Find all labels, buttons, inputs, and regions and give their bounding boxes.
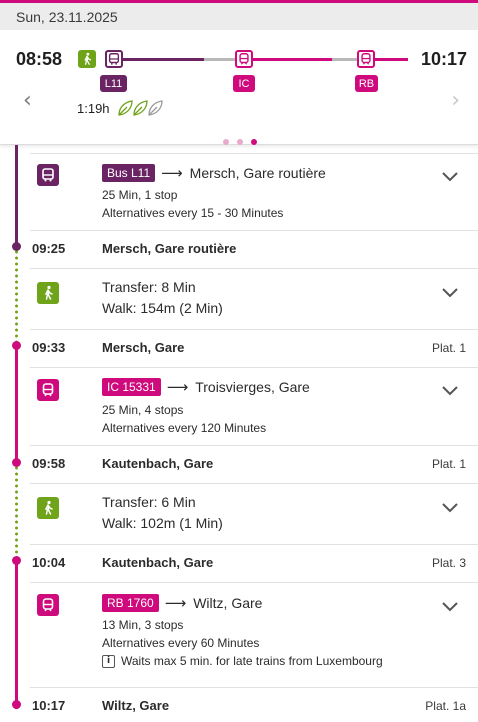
walk-distance: Walk: 102m (1 Min): [102, 515, 223, 531]
direction-arrow-icon: ⟶: [164, 594, 187, 612]
transfer-duration: Transfer: 6 Min: [102, 494, 196, 510]
arrival-time: 10:17: [420, 49, 467, 69]
timeline-ic-segment: [252, 58, 332, 61]
leg-duration-stops: 25 Min, 4 stops: [102, 403, 184, 417]
journey-summary[interactable]: 08:58 10:17 L11 IC RB ‹ › 1:19h: [0, 30, 478, 145]
leg-duration-stops: 25 Min, 1 stop: [102, 188, 178, 202]
walk-leg[interactable]: Transfer: 8 Min Walk: 154m (2 Min): [30, 268, 478, 329]
info-text: Waits max 5 min. for late trains from Lu…: [121, 654, 383, 668]
stop-time: 10:17: [32, 698, 66, 713]
date-bar: Sun, 23.11.2025: [0, 0, 478, 30]
direction-arrow-icon: ⟶: [161, 164, 183, 182]
stop-node: [12, 242, 21, 251]
walk-track-dots: [15, 465, 18, 561]
next-connection-button[interactable]: ›: [451, 88, 460, 113]
leg-header: IC 15331 ⟶ Troisvierges, Gare: [102, 378, 310, 396]
stop-row: 09:33 Mersch, Gare Plat. 1: [30, 329, 478, 367]
info-icon: i: [102, 654, 115, 668]
stop-name: Kautenbach, Gare: [102, 555, 214, 570]
timeline-rb-segment: [374, 58, 408, 61]
stop-row: 09:58 Kautenbach, Gare Plat. 1: [30, 445, 478, 483]
stop-time: 09:58: [32, 456, 66, 471]
walking-person-icon: [37, 497, 59, 519]
stop-node: [12, 700, 21, 709]
stop-name: Kautenbach, Gare: [102, 456, 214, 471]
leg-destination: Wiltz, Gare: [193, 595, 263, 611]
walk-distance: Walk: 154m (2 Min): [102, 300, 223, 316]
leg-header: RB 1760 ⟶ Wiltz, Gare: [102, 594, 262, 612]
stop-platform: Plat. 3: [431, 556, 466, 570]
train-icon: [357, 50, 375, 68]
bus-track-line: [15, 145, 18, 247]
stop-time: 10:04: [32, 555, 66, 570]
timeline-bus-segment: [122, 58, 204, 61]
stop-platform: Plat. 1a: [425, 699, 466, 713]
ic-track-line: [15, 345, 18, 463]
bus-line-pill: L11: [100, 75, 127, 92]
stop-node: [12, 556, 21, 565]
chevron-down-icon[interactable]: [442, 386, 458, 396]
train-icon: [37, 594, 59, 616]
journey-date: Sun, 23.11.2025: [16, 9, 118, 25]
previous-connection-button[interactable]: ‹: [23, 88, 32, 113]
leg-header: Bus L11 ⟶ Mersch, Gare routière: [102, 164, 326, 182]
departure-time: 08:58: [16, 49, 63, 69]
direction-arrow-icon: ⟶: [166, 378, 189, 396]
itinerary-details: Bus L11 ⟶ Mersch, Gare routière 25 Min, …: [0, 145, 478, 722]
stop-platform: Plat. 1: [431, 341, 466, 355]
train-line-badge: RB 1760: [102, 594, 159, 612]
stop-name: Mersch, Gare routière: [102, 241, 237, 256]
leg-alternatives: Alternatives every 60 Minutes: [102, 636, 260, 650]
stop-node: [12, 458, 21, 467]
leg-destination: Troisvierges, Gare: [195, 379, 310, 395]
walking-person-icon: [37, 282, 59, 304]
stop-time: 09:33: [32, 340, 66, 355]
rb-train-leg[interactable]: RB 1760 ⟶ Wiltz, Gare 13 Min, 3 stops Al…: [30, 582, 478, 687]
stop-row: 09:25 Mersch, Gare routière: [30, 230, 478, 268]
eco-rating-leaf-icons: [117, 99, 165, 122]
leg-alternatives: Alternatives every 15 - 30 Minutes: [102, 206, 284, 220]
stop-name: Mersch, Gare: [102, 340, 185, 355]
leg-info-note: i Waits max 5 min. for late trains from …: [102, 654, 383, 668]
bus-icon: [37, 164, 59, 186]
stop-time: 09:25: [32, 241, 66, 256]
journey-duration: 1:19h: [77, 101, 110, 116]
train-icon: [37, 379, 59, 401]
train-icon: [235, 50, 253, 68]
rb-track-line: [15, 561, 18, 709]
bus-icon: [105, 50, 123, 68]
ic-line-pill: IC: [233, 75, 255, 92]
timeline-transfer-segment: [332, 58, 360, 61]
stop-node: [12, 341, 21, 350]
leg-destination: Mersch, Gare routière: [189, 165, 326, 181]
chevron-down-icon[interactable]: [442, 172, 458, 182]
chevron-down-icon[interactable]: [442, 288, 458, 298]
leg-alternatives: Alternatives every 120 Minutes: [102, 421, 267, 435]
walk-track-dots: [15, 249, 18, 345]
bus-leg[interactable]: Bus L11 ⟶ Mersch, Gare routière 25 Min, …: [30, 153, 478, 230]
chevron-down-icon[interactable]: [442, 503, 458, 513]
stop-name: Wiltz, Gare: [102, 698, 170, 713]
train-line-badge: IC 15331: [102, 378, 161, 396]
transfer-duration: Transfer: 8 Min: [102, 279, 196, 295]
leg-duration-stops: 13 Min, 3 stops: [102, 618, 184, 632]
bus-line-badge: Bus L11: [102, 164, 156, 182]
walk-leg[interactable]: Transfer: 6 Min Walk: 102m (1 Min): [30, 483, 478, 544]
chevron-down-icon[interactable]: [442, 602, 458, 612]
timeline-transfer-segment: [204, 58, 236, 61]
stop-row: 10:17 Wiltz, Gare Plat. 1a: [30, 687, 478, 722]
rb-line-pill: RB: [355, 75, 378, 92]
stop-platform: Plat. 1: [431, 457, 466, 471]
walking-person-icon: [78, 50, 96, 68]
stop-row: 10:04 Kautenbach, Gare Plat. 3: [30, 544, 478, 582]
ic-train-leg[interactable]: IC 15331 ⟶ Troisvierges, Gare 25 Min, 4 …: [30, 367, 478, 445]
